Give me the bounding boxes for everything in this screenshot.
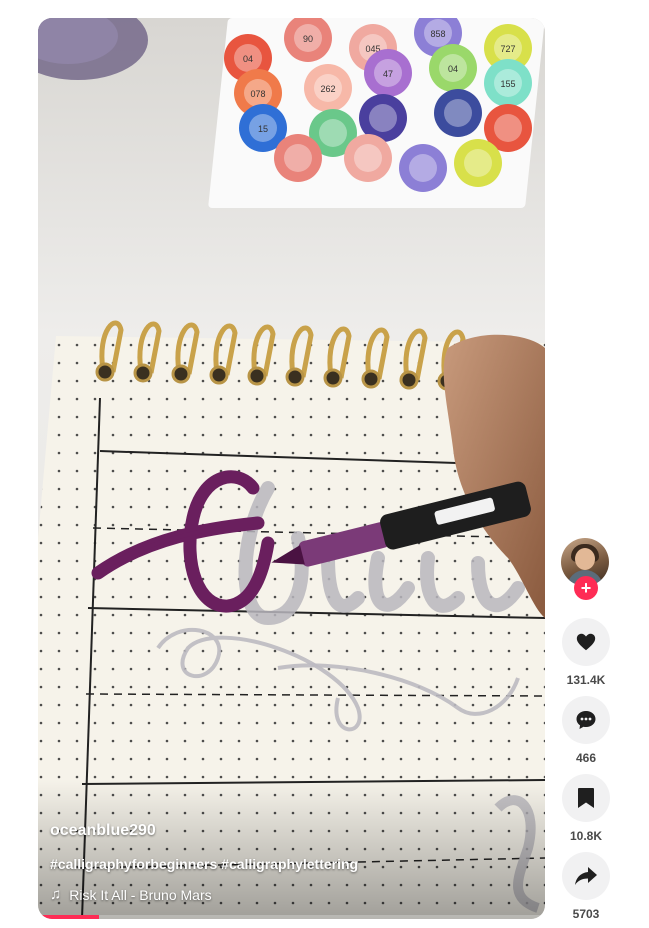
marker-label: 262 [320,84,335,94]
marker-cap-highlight [319,119,347,147]
marker-label: 858 [430,29,445,39]
marker-label: 90 [303,34,313,44]
video-player[interactable]: 0490045858727078262470415515 o [38,18,545,919]
marker-cap-highlight [354,144,382,172]
spiral-hole [247,366,267,386]
marker-label: 727 [500,44,515,54]
music-track[interactable]: ♫ Risk It All - Bruno Mars [50,886,212,903]
comment-action: 466 [560,696,612,765]
save-count: 10.8K [569,829,603,843]
share-action: 5703 [560,852,612,921]
marker-cap-highlight [464,149,492,177]
spiral-hole [399,370,419,390]
spiral-hole [285,367,305,387]
comment-button[interactable] [562,696,610,744]
marker-label: 47 [383,69,393,79]
plus-icon: + [580,578,592,598]
like-action: 131.4K [560,618,612,687]
marker-cap-highlight [444,99,472,127]
spiral-hole [171,364,191,384]
share-count: 5703 [572,907,600,921]
music-note-icon: ♫ [50,886,62,903]
spiral-hole [95,362,115,382]
marker-cap-highlight [369,104,397,132]
video-progress-fill [38,915,99,919]
marker-cap-highlight [494,114,522,142]
heart-icon [576,633,596,651]
follow-button[interactable]: + [574,576,598,600]
music-title: Risk It All - Bruno Mars [69,886,212,903]
marker-label: 04 [448,64,458,74]
bookmark-icon [578,788,594,808]
save-action: 10.8K [560,774,612,843]
save-button[interactable] [562,774,610,822]
spiral-hole [133,363,153,383]
marker-cap-highlight [409,154,437,182]
author-avatar-group: + [561,538,611,600]
spiral-hole [323,368,343,388]
share-icon [575,867,597,885]
marker-label: 15 [258,124,268,134]
marker-label: 155 [500,79,515,89]
video-caption[interactable]: #calligraphyforbeginners #calligraphylet… [50,856,358,872]
like-button[interactable] [562,618,610,666]
spiral-hole [209,365,229,385]
marker-label: 078 [250,89,265,99]
marker-label: 04 [243,54,253,64]
marker-cap-highlight [284,144,312,172]
like-count: 131.4K [566,673,606,687]
spiral-hole [361,369,381,389]
comment-count: 466 [575,751,597,765]
author-username[interactable]: oceanblue290 [50,822,156,840]
comment-icon [576,711,596,729]
video-progress-bar[interactable] [38,915,545,919]
share-button[interactable] [562,852,610,900]
